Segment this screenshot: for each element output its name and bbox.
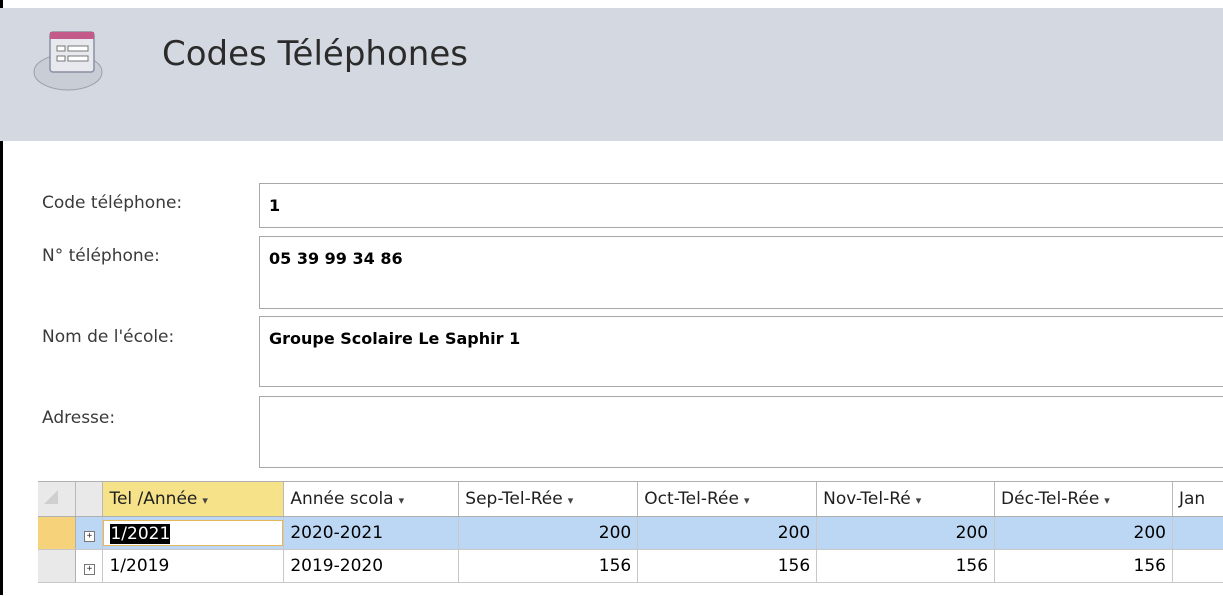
cell-tel-annee[interactable]: 1/2021 [102,516,285,550]
select-all-cell[interactable] [38,482,77,517]
expand-column-header [75,482,104,517]
column-header-label: Tel /Année [109,489,198,509]
cell-sep[interactable]: 156 [458,549,639,583]
expand-plus-icon[interactable]: + [83,531,95,542]
column-header-label: Année scola [290,489,394,509]
cell-tel-annee[interactable]: 1/2019 [102,549,285,583]
expand-plus-icon[interactable]: + [83,564,95,575]
sort-dropdown-icon[interactable]: ▾ [399,494,405,507]
phone-label: N° téléphone: [42,246,160,266]
select-all-icon [44,490,58,504]
subform-datasheet: Tel /Année ▾ Année scola ▾ Sep-Tel-Rée ▾ Oc… [38,481,1223,596]
column-header-label: Sep-Tel-Rée [465,489,563,509]
table-row[interactable]: + 1/2019 2019-2020 156 156 156 156 [38,549,1223,583]
sort-dropdown-icon[interactable]: ▾ [202,494,208,507]
column-header-label: Déc-Tel-Rée [1001,489,1100,509]
row-selector[interactable] [38,549,77,583]
phone-field[interactable]: 05 39 99 34 86 [259,236,1223,309]
cell-annee-scolaire[interactable]: 2019-2020 [283,549,460,583]
cell-dec[interactable]: 156 [994,549,1173,583]
column-header-label: Jan [1178,489,1206,509]
column-header-label: Oct-Tel-Rée [644,489,739,509]
address-field[interactable] [259,396,1223,468]
cell-annee-scolaire[interactable]: 2020-2021 [283,516,460,550]
cell-oct[interactable]: 156 [637,549,818,583]
expand-cell[interactable]: + [75,549,104,583]
row-selector[interactable] [38,516,77,550]
school-field[interactable]: Groupe Scolaire Le Saphir 1 [259,316,1223,387]
column-header-oct[interactable]: Oct-Tel-Rée ▾ [637,482,818,517]
column-header-dec[interactable]: Déc-Tel-Rée ▾ [994,482,1173,517]
school-label: Nom de l'école: [42,327,175,347]
active-cell-editor[interactable]: 1/2021 [103,520,283,546]
code-field[interactable]: 1 [259,183,1223,228]
column-header-jan[interactable]: Jan [1172,482,1223,517]
address-label: Adresse: [42,408,116,428]
form-icon [33,31,103,91]
sort-dropdown-icon[interactable]: ▾ [1104,494,1110,507]
cell-nov[interactable]: 200 [816,516,996,550]
table-row[interactable]: + 1/2021 2020-2021 200 200 200 200 [38,516,1223,550]
cell-sep[interactable]: 200 [458,516,639,550]
page-title: Codes Téléphones [162,34,468,74]
cell-dec[interactable]: 200 [994,516,1173,550]
grid-header-row: Tel /Année ▾ Année scola ▾ Sep-Tel-Rée ▾ Oc… [38,482,1223,517]
cell-jan[interactable] [1172,549,1223,583]
cell-jan[interactable] [1172,516,1223,550]
sort-dropdown-icon[interactable]: ▾ [568,494,574,507]
top-strip [0,0,1223,8]
code-label: Code téléphone: [42,193,183,213]
sort-dropdown-icon[interactable]: ▾ [744,494,750,507]
sort-dropdown-icon[interactable]: ▾ [916,494,922,507]
column-header-nov[interactable]: Nov-Tel-Ré ▾ [816,482,996,517]
column-header-sep[interactable]: Sep-Tel-Rée ▾ [458,482,639,517]
column-header-annee-scolaire[interactable]: Année scola ▾ [283,482,460,517]
expand-cell[interactable]: + [75,516,104,550]
cell-nov[interactable]: 156 [816,549,996,583]
column-header-tel-annee[interactable]: Tel /Année ▾ [102,482,285,517]
form-header: Codes Téléphones [0,8,1223,141]
column-header-label: Nov-Tel-Ré [823,489,911,509]
cell-oct[interactable]: 200 [637,516,818,550]
cell-text-selected: 1/2021 [110,524,171,544]
